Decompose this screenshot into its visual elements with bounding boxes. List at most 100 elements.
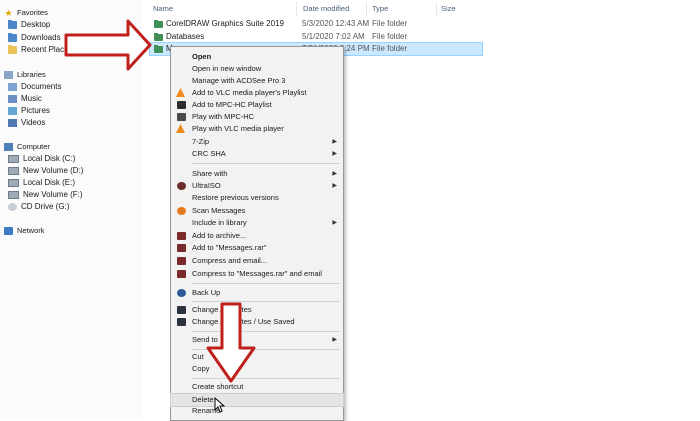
videos-icon [8,118,17,127]
menu-label: Create shortcut [192,382,244,391]
nav-recent-places[interactable]: Recent Places [8,43,73,56]
menu-item-add-rar[interactable]: Add to "Messages.rar" [171,242,343,254]
music-icon [8,94,17,103]
menu-item-7zip[interactable]: 7-Zip ▶ [171,136,343,148]
menu-item-mpc-playlist[interactable]: Add to MPC-HC Playlist [171,99,343,111]
folder-icon [154,45,163,53]
file-type: File folder [372,19,408,28]
submenu-arrow-icon: ▶ [332,337,337,343]
documents-icon [8,82,17,91]
column-header-size[interactable]: Size [441,3,456,15]
menu-label: Compress and email... [192,256,268,265]
nav-new-d-label: New Volume (D:) [23,166,84,175]
menu-label: Back Up [192,288,221,297]
menu-label: Play with MPC-HC [192,112,255,121]
pictures-icon [8,106,17,115]
nav-libraries-label: Libraries [17,70,46,79]
winrar-icon [177,270,186,278]
menu-item-compress-rar-email[interactable]: Compress to "Messages.rar" and email [171,268,343,280]
menu-item-open[interactable]: Open [171,51,343,63]
menu-separator [192,283,340,284]
nav-network-label: Network [17,226,45,235]
file-row[interactable]: CorelDRAW Graphics Suite 2019 5/3/2020 1… [150,18,482,30]
menu-label: Change Attributes [192,305,252,314]
nav-network[interactable]: Network [4,224,45,237]
menu-item-include-library[interactable]: Include in library ▶ [171,217,343,229]
nav-downloads-label: Downloads [21,33,61,42]
menu-item-open-new-window[interactable]: Open in new window [171,63,343,75]
menu-item-compress-email[interactable]: Compress and email... [171,255,343,267]
menu-label: Add to MPC-HC Playlist [192,100,272,109]
menu-separator [192,378,340,379]
menu-item-share-with[interactable]: Share with ▶ [171,168,343,180]
file-type: File folder [372,44,408,53]
winrar-icon [177,232,186,240]
column-header-date[interactable]: Date modified [303,3,349,15]
nav-cd-g[interactable]: CD Drive (G:) [8,200,69,213]
nav-videos[interactable]: Videos [8,116,45,129]
menu-item-change-attributes[interactable]: Change Attributes [171,304,343,316]
menu-item-cut[interactable]: Cut [171,351,343,363]
menu-item-vlc-playlist[interactable]: Add to VLC media player's Playlist [171,87,343,99]
ultraiso-icon [177,182,186,190]
menu-item-crc-sha[interactable]: CRC SHA ▶ [171,148,343,160]
menu-label: Open in new window [192,64,262,73]
menu-label: Add to "Messages.rar" [192,243,267,252]
network-icon [4,226,13,235]
column-divider[interactable] [296,2,297,16]
nav-documents-label: Documents [21,82,62,91]
nav-local-e-label: Local Disk (E:) [23,178,76,187]
folder-icon [154,20,163,28]
menu-label: 7-Zip [192,137,210,146]
nav-local-c-label: Local Disk (C:) [23,154,76,163]
navigation-pane: ★ Favorites Desktop Downloads Recent Pla… [0,0,142,419]
menu-item-add-archive[interactable]: Add to archive... [171,230,343,242]
menu-label: CRC SHA [192,149,226,158]
computer-icon [4,142,13,151]
nav-cd-g-label: CD Drive (G:) [21,202,70,211]
menu-separator [192,331,340,332]
menu-item-acdsee[interactable]: Manage with ACDSee Pro 3 [171,75,343,87]
menu-item-play-vlc[interactable]: Play with VLC media player [171,123,343,135]
cd-drive-icon [8,202,17,211]
disk-icon [8,154,19,163]
nav-desktop[interactable]: Desktop [8,18,50,31]
menu-item-restore[interactable]: Restore previous versions [171,192,343,204]
menu-item-scan[interactable]: Scan Messages [171,205,343,217]
column-divider[interactable] [436,2,437,16]
menu-label: UltraISO [192,181,221,190]
submenu-arrow-icon: ▶ [332,171,337,177]
menu-label: Copy [192,364,210,373]
column-divider[interactable] [366,2,367,16]
menu-item-copy[interactable]: Copy [171,363,343,375]
menu-label: Change Attributes / Use Saved [192,317,295,326]
menu-item-rename[interactable]: Rename [171,405,343,417]
backup-icon [177,289,186,297]
nav-new-f-label: New Volume (F:) [23,190,83,199]
menu-item-send-to[interactable]: Send to ▶ [171,334,343,346]
submenu-arrow-icon: ▶ [332,151,337,157]
libraries-icon [4,70,13,79]
menu-separator [192,163,340,164]
context-menu: Open Open in new window Manage with ACDS… [170,46,344,421]
menu-item-back-up[interactable]: Back Up [171,287,343,299]
nav-music-label: Music [21,94,42,103]
menu-item-ultraiso[interactable]: UltraISO ▶ [171,180,343,192]
menu-label: Share with [192,169,228,178]
menu-item-play-mpc[interactable]: Play with MPC-HC [171,111,343,123]
disk-icon [8,190,19,199]
menu-label: Send to [192,335,218,344]
menu-item-change-attributes-saved[interactable]: Change Attributes / Use Saved [171,316,343,328]
nav-pictures-label: Pictures [21,106,50,115]
column-header-name[interactable]: Name [153,3,173,15]
menu-separator [192,349,340,350]
disk-icon [8,166,19,175]
submenu-arrow-icon: ▶ [332,139,337,145]
nav-computer-label: Computer [17,142,50,151]
menu-label: Cut [192,352,204,361]
menu-label: Restore previous versions [192,193,279,202]
column-header-type[interactable]: Type [372,3,388,15]
mpc-hc-icon [177,113,186,121]
recent-places-icon [8,44,17,54]
menu-item-create-shortcut[interactable]: Create shortcut [171,381,343,393]
